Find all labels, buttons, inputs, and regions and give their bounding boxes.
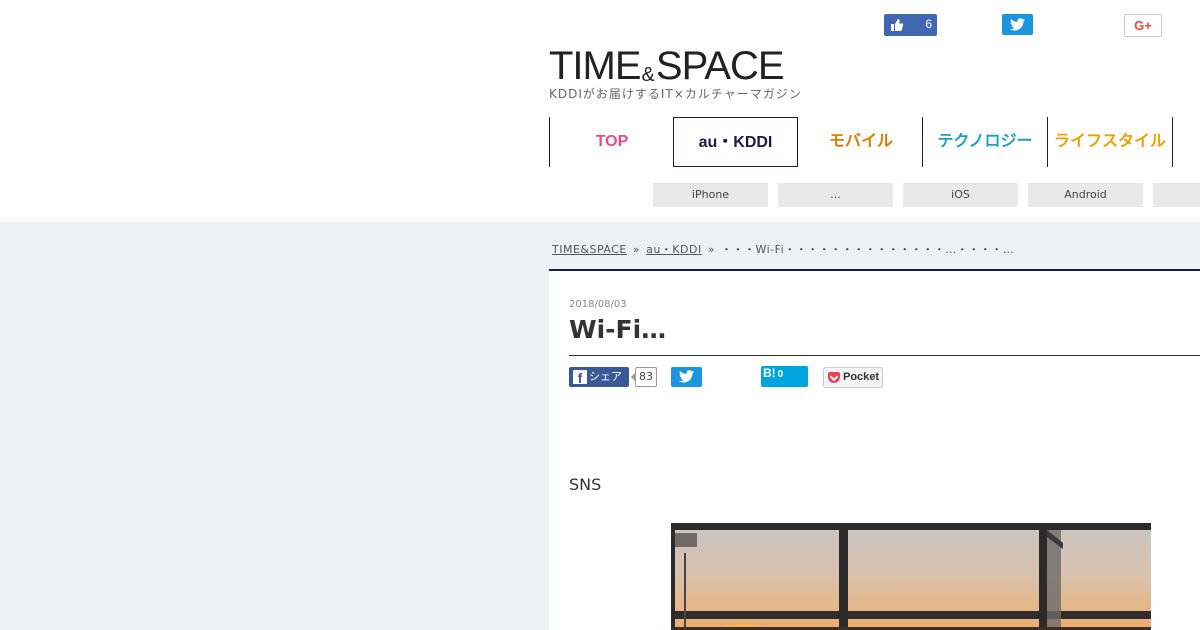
thumbs-up-icon <box>891 19 904 31</box>
twitter-bird-icon <box>679 370 694 383</box>
subnav-item-android[interactable]: Android <box>1028 183 1143 207</box>
subnav-item-truncated[interactable]: ... <box>778 183 893 207</box>
nav-item-mobile[interactable]: モバイル <box>798 117 923 167</box>
article: 2018/08/03 Wi-Fi… f シェア 83 B! 0 Pocket SN… <box>549 269 1200 630</box>
subnav-item-ios[interactable]: iOS <box>903 183 1018 207</box>
facebook-share-button[interactable]: f シェア <box>569 367 629 387</box>
nav-item-label: モバイル <box>828 133 893 150</box>
nav-item-more[interactable] <box>1172 117 1200 167</box>
facebook-like-count: 6 <box>925 17 932 31</box>
nav-item-label: au・KDDI <box>698 134 773 151</box>
post-title: Wi-Fi… <box>569 315 667 344</box>
logo-title-amp: & <box>641 64 655 86</box>
hatena-bookmark-button[interactable]: B! 0 <box>761 366 808 387</box>
article-body-text: SNS <box>569 475 602 494</box>
article-photo-sunset-airport-window <box>671 523 1151 630</box>
subnav-item-more[interactable] <box>1153 183 1200 207</box>
hatena-icon: B! <box>763 366 776 380</box>
main-nav: TOP au・KDDI モバイル テクノロジー ライフスタイル <box>549 117 1200 167</box>
twitter-bird-icon <box>1010 18 1025 31</box>
twitter-share-button[interactable] <box>671 367 702 387</box>
nav-item-label: TOP <box>595 133 629 150</box>
pocket-icon <box>828 372 840 383</box>
title-divider <box>569 355 1200 356</box>
nav-item-top[interactable]: TOP <box>549 117 674 167</box>
twitter-tweet-button[interactable] <box>1002 14 1033 35</box>
logo-title-time: TIME <box>549 44 642 88</box>
breadcrumb-separator: » <box>632 243 641 256</box>
hatena-count: 0 <box>777 369 784 380</box>
post-date: 2018/08/03 <box>569 299 627 310</box>
breadcrumb-current: ・・・Wi-Fi・・・・・・・・・・・・・・…・・・・… <box>720 243 1015 256</box>
site-logo[interactable]: TIME&SPACE KDDIがお届けするIT×カルチャーマガジン <box>549 44 849 104</box>
facebook-share-label: シェア <box>589 370 622 383</box>
nav-item-au-kddi[interactable]: au・KDDI <box>673 117 798 167</box>
pocket-save-button[interactable]: Pocket <box>823 367 883 388</box>
nav-item-technology[interactable]: テクノロジー <box>922 117 1047 167</box>
subnav-item-iphone[interactable]: iPhone <box>653 183 768 207</box>
logo-tagline: KDDIがお届けするIT×カルチャーマガジン <box>549 87 802 101</box>
nav-item-lifestyle[interactable]: ライフスタイル <box>1047 117 1172 167</box>
breadcrumb: TIME&SPACE » au・KDDI » ・・・Wi-Fi・・・・・・・・・・・・・… <box>552 241 1014 257</box>
site-header: 6 G+ TIME&SPACE KDDIがお届けするIT×カルチャーマガジン T… <box>0 0 1200 222</box>
breadcrumb-link-category[interactable]: au・KDDI <box>646 243 702 256</box>
nav-item-label: テクノロジー <box>937 133 1033 150</box>
facebook-share-count: 83 <box>631 367 657 387</box>
pocket-label: Pocket <box>843 371 880 383</box>
google-plus-button[interactable]: G+ <box>1124 14 1162 37</box>
breadcrumb-link-home[interactable]: TIME&SPACE <box>552 243 627 256</box>
nav-item-label: ライフスタイル <box>1053 133 1166 150</box>
breadcrumb-separator: » <box>707 243 715 256</box>
facebook-like-button[interactable]: 6 <box>884 14 937 36</box>
facebook-icon: f <box>573 370 587 386</box>
logo-title-space: SPACE <box>655 44 785 88</box>
